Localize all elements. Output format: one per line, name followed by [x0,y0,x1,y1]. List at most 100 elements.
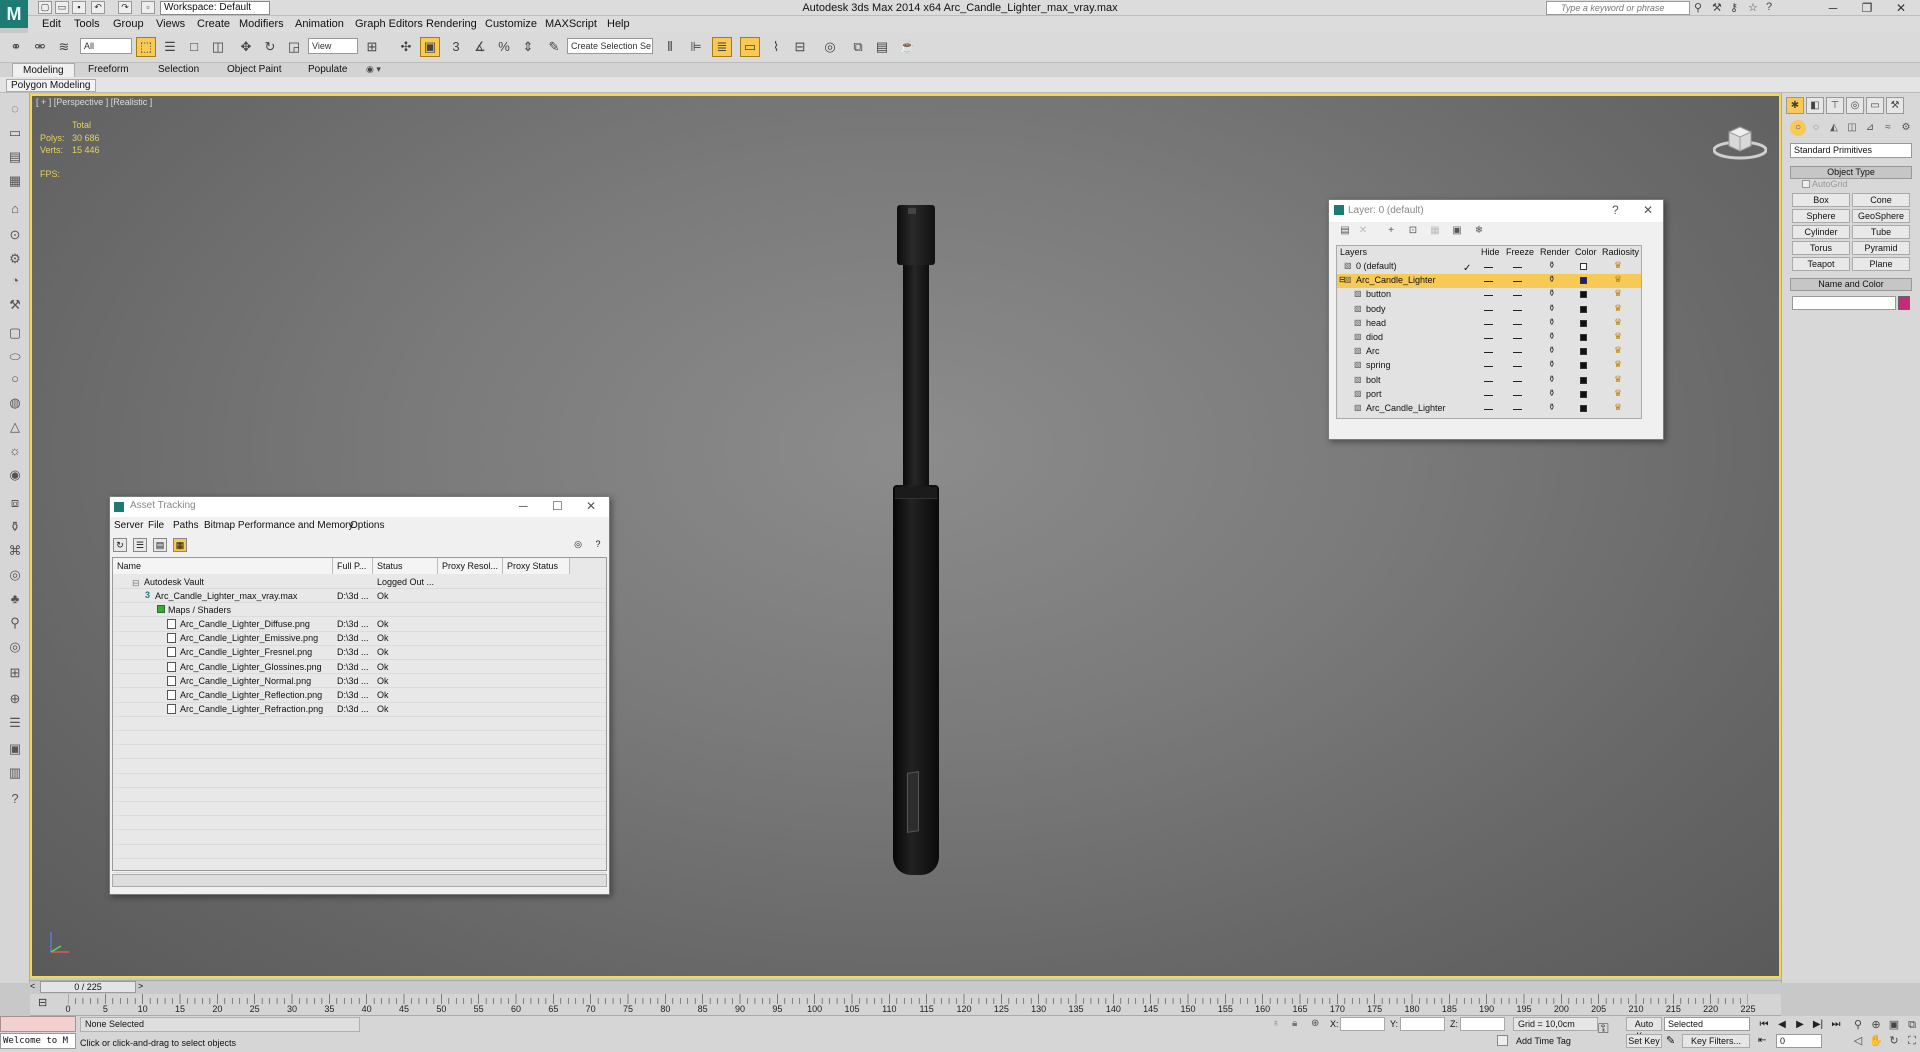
polygon-modeling-panel-label[interactable]: Polygon Modeling [6,79,96,92]
create-tab-icon[interactable]: ✱ [1786,97,1804,114]
freeze-all-layers-icon[interactable]: ❄ [1472,224,1486,237]
vault-row-name[interactable]: Autodesk Vault [144,575,204,589]
radiosity-icon[interactable]: ♛ [1614,402,1622,413]
asset-dialog-maximize-button[interactable]: ☐ [552,499,563,513]
freeze-toggle[interactable] [1513,281,1522,283]
graphite-icon[interactable]: ⌂ [6,200,24,218]
freeze-toggle[interactable] [1513,366,1522,368]
teapot-button[interactable]: Teapot [1792,257,1850,271]
open-file-icon[interactable]: ▭ [55,1,69,14]
play-icon[interactable]: ▶ [1792,1018,1808,1031]
go-to-end-icon[interactable]: ⏭ [1828,1018,1844,1031]
key-mode-icon[interactable]: ⇤ [1758,1035,1766,1046]
radiosity-icon[interactable]: ♛ [1614,331,1622,342]
freeze-column-header[interactable]: Freeze [1506,247,1534,257]
select-move-icon[interactable]: ✥ [236,37,256,57]
project-folder-icon[interactable]: ▫ [141,1,155,14]
layer-color-swatch[interactable] [1580,334,1587,341]
freeze-toggle[interactable] [1513,267,1522,268]
asset-file-name[interactable]: Arc_Candle_Lighter_Diffuse.png [180,617,310,631]
radiosity-icon[interactable]: ♛ [1614,274,1622,285]
key-filters-button[interactable]: Key Filters... [1682,1034,1750,1048]
keyboard-shortcut-override-icon[interactable]: ▣ [420,37,440,57]
layer-name[interactable]: body [1366,304,1386,314]
pan-icon[interactable]: ✋ [1868,1034,1884,1048]
asset-file-name[interactable]: Arc_Candle_Lighter_Glossines.png [180,660,322,674]
full-path-column-header[interactable]: Full P... [333,558,373,574]
hide-toggle[interactable] [1484,366,1493,368]
search-input[interactable]: Type a keyword or phrase [1546,1,1690,15]
layer-name[interactable]: Arc_Candle_Lighter [1356,275,1436,285]
viewcube-icon[interactable] [1713,120,1767,160]
camera-icon[interactable]: ⊙ [6,226,24,244]
selection-lock-icon[interactable]: 🔒︎ [1292,1018,1297,1029]
display-tab-icon[interactable]: ▭ [1866,97,1884,114]
cone-icon[interactable]: △ [6,418,24,436]
favorites-star-icon[interactable]: ☆ [1748,1,1758,14]
zoom-extents-all-icon[interactable]: ⧉ [1904,1018,1920,1032]
field-of-view-icon[interactable]: ◁ [1850,1034,1866,1048]
lighter-head-object[interactable] [897,205,935,265]
select-manipulate-icon[interactable]: ✣ [396,37,416,57]
asset-menu-options[interactable]: Options [350,520,384,534]
material-editor-icon[interactable]: ◎ [820,37,840,57]
render-teapot-icon[interactable]: ⚱ [1548,317,1556,328]
radiosity-icon[interactable]: ♛ [1614,359,1622,370]
pyramid-button[interactable]: Pyramid [1852,241,1910,255]
freeze-toggle[interactable] [1513,323,1522,325]
go-to-start-icon[interactable]: ⏮ [1756,1018,1772,1031]
render-teapot-icon[interactable]: ⚱ [1548,274,1556,285]
render-teapot-icon[interactable]: ⚱ [1548,345,1556,356]
create-layer-icon[interactable]: ▤ [1338,224,1352,237]
save-file-icon[interactable]: ▪ [72,1,86,14]
freeze-toggle[interactable] [1513,338,1522,339]
layer-dialog-help-button[interactable]: ? [1612,203,1619,217]
new-file-icon[interactable]: ▢ [38,1,52,14]
next-frame-icon[interactable]: ▶| [1810,1018,1826,1031]
delete-layer-icon[interactable]: ✕ [1356,224,1370,237]
angle-snap-icon[interactable]: ∡ [470,37,490,57]
proxy-resolution-column-header[interactable]: Proxy Resol... [438,558,503,574]
selection-filter-dropdown[interactable]: All [80,38,132,54]
app-logo-icon[interactable]: M [0,0,28,28]
layer-color-swatch[interactable] [1580,362,1587,370]
menu-rendering[interactable]: Rendering [420,16,483,33]
rendered-frame-window-icon[interactable]: ▤ [872,37,892,57]
maxscript-listener-output[interactable]: Welcome to M [0,1033,76,1049]
redo-icon[interactable]: ↷ [118,1,132,14]
time-tag-icon[interactable] [1497,1035,1508,1046]
auto-key-button[interactable]: Auto Key [1626,1017,1662,1041]
hide-toggle[interactable] [1484,352,1493,354]
layer-name[interactable]: Arc [1366,346,1380,356]
sun-light-icon[interactable]: ☼ [6,442,24,460]
layer-color-swatch[interactable] [1580,277,1587,285]
asset-menu-bitmap-performance[interactable]: Bitmap Performance and Memory [204,520,354,534]
hide-toggle[interactable] [1484,295,1493,297]
spacewarps-category-icon[interactable]: ≈ [1880,120,1896,136]
select-scale-icon[interactable]: ◲ [284,37,304,57]
menu-tools[interactable]: Tools [68,16,106,33]
asset-file-name[interactable]: Arc_Candle_Lighter_Refraction.png [180,702,323,716]
systems-category-icon[interactable]: ⚙ [1898,120,1914,136]
active-layer-check[interactable]: ✓ [1463,263,1471,274]
ribbon-toggle-icon[interactable]: ▭ [740,37,760,57]
layer-color-swatch[interactable] [1580,348,1587,356]
tab-object-paint[interactable]: Object Paint [217,63,291,77]
asset-menu-paths[interactable]: Paths [173,520,199,534]
menu-help[interactable]: Help [601,16,636,33]
render-teapot-icon[interactable]: ⚱ [1548,303,1556,314]
add-to-layer-icon[interactable]: + [1384,224,1398,237]
modify-tab-icon[interactable]: ◧ [1806,97,1824,114]
utilities-tab-icon[interactable]: ⚒ [1886,97,1904,114]
rect-selection-icon[interactable]: □ [184,37,204,57]
asset-file-name[interactable]: Arc_Candle_Lighter_Fresnel.png [180,645,312,659]
list-view-icon[interactable]: ☰ [133,538,147,552]
cone-button[interactable]: Cone [1852,193,1910,207]
lighter-neck-object[interactable] [903,265,929,485]
time-slider[interactable]: 0 / 225 [40,981,136,993]
object-name-input[interactable] [1792,296,1896,310]
key-selection-dropdown[interactable]: Selected [1664,1017,1750,1031]
layers-column-header[interactable]: Layers [1340,247,1367,257]
hide-toggle[interactable] [1484,409,1493,410]
layer-name[interactable]: head [1366,318,1386,328]
